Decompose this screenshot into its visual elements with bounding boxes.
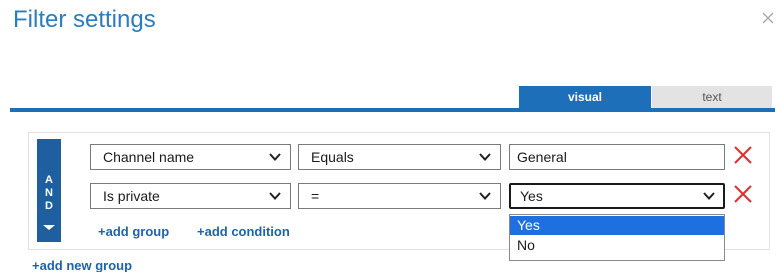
dialog-title: Filter settings <box>13 6 156 33</box>
tab-underline <box>10 108 775 112</box>
tab-visual[interactable]: visual <box>519 86 651 108</box>
value-select[interactable]: Yes <box>509 183 725 209</box>
remove-condition-icon[interactable] <box>733 145 753 165</box>
and-operator-toggle[interactable]: A N D <box>37 139 61 242</box>
add-group-link[interactable]: +add group <box>98 224 169 239</box>
chevron-down-icon <box>269 153 281 161</box>
and-letter: A <box>45 174 53 186</box>
chevron-down-icon <box>703 192 715 200</box>
operator-select-value: = <box>311 188 320 204</box>
tab-text[interactable]: text <box>652 86 772 108</box>
value-dropdown-list: Yes No <box>509 214 725 261</box>
chevron-down-icon <box>479 153 491 161</box>
field-select-value: Channel name <box>103 149 195 165</box>
and-letter: N <box>45 187 53 199</box>
add-new-group-link[interactable]: +add new group <box>32 258 132 272</box>
value-input[interactable]: General <box>509 144 725 170</box>
dropdown-option-yes[interactable]: Yes <box>510 216 724 235</box>
field-select-value: Is private <box>103 188 160 204</box>
operator-select[interactable]: Equals <box>298 144 501 170</box>
value-select-value: Yes <box>520 188 543 204</box>
operator-select[interactable]: = <box>298 183 501 209</box>
close-x-icon[interactable] <box>760 10 776 26</box>
field-select[interactable]: Channel name <box>90 144 291 170</box>
chevron-down-icon <box>479 192 491 200</box>
chevron-down-icon <box>269 192 281 200</box>
dropdown-option-no[interactable]: No <box>510 236 724 255</box>
add-condition-link[interactable]: +add condition <box>197 224 290 239</box>
caret-down-icon <box>43 225 55 230</box>
field-select[interactable]: Is private <box>90 183 291 209</box>
operator-select-value: Equals <box>311 149 354 165</box>
remove-condition-icon[interactable] <box>733 184 753 204</box>
and-letter: D <box>45 200 53 212</box>
